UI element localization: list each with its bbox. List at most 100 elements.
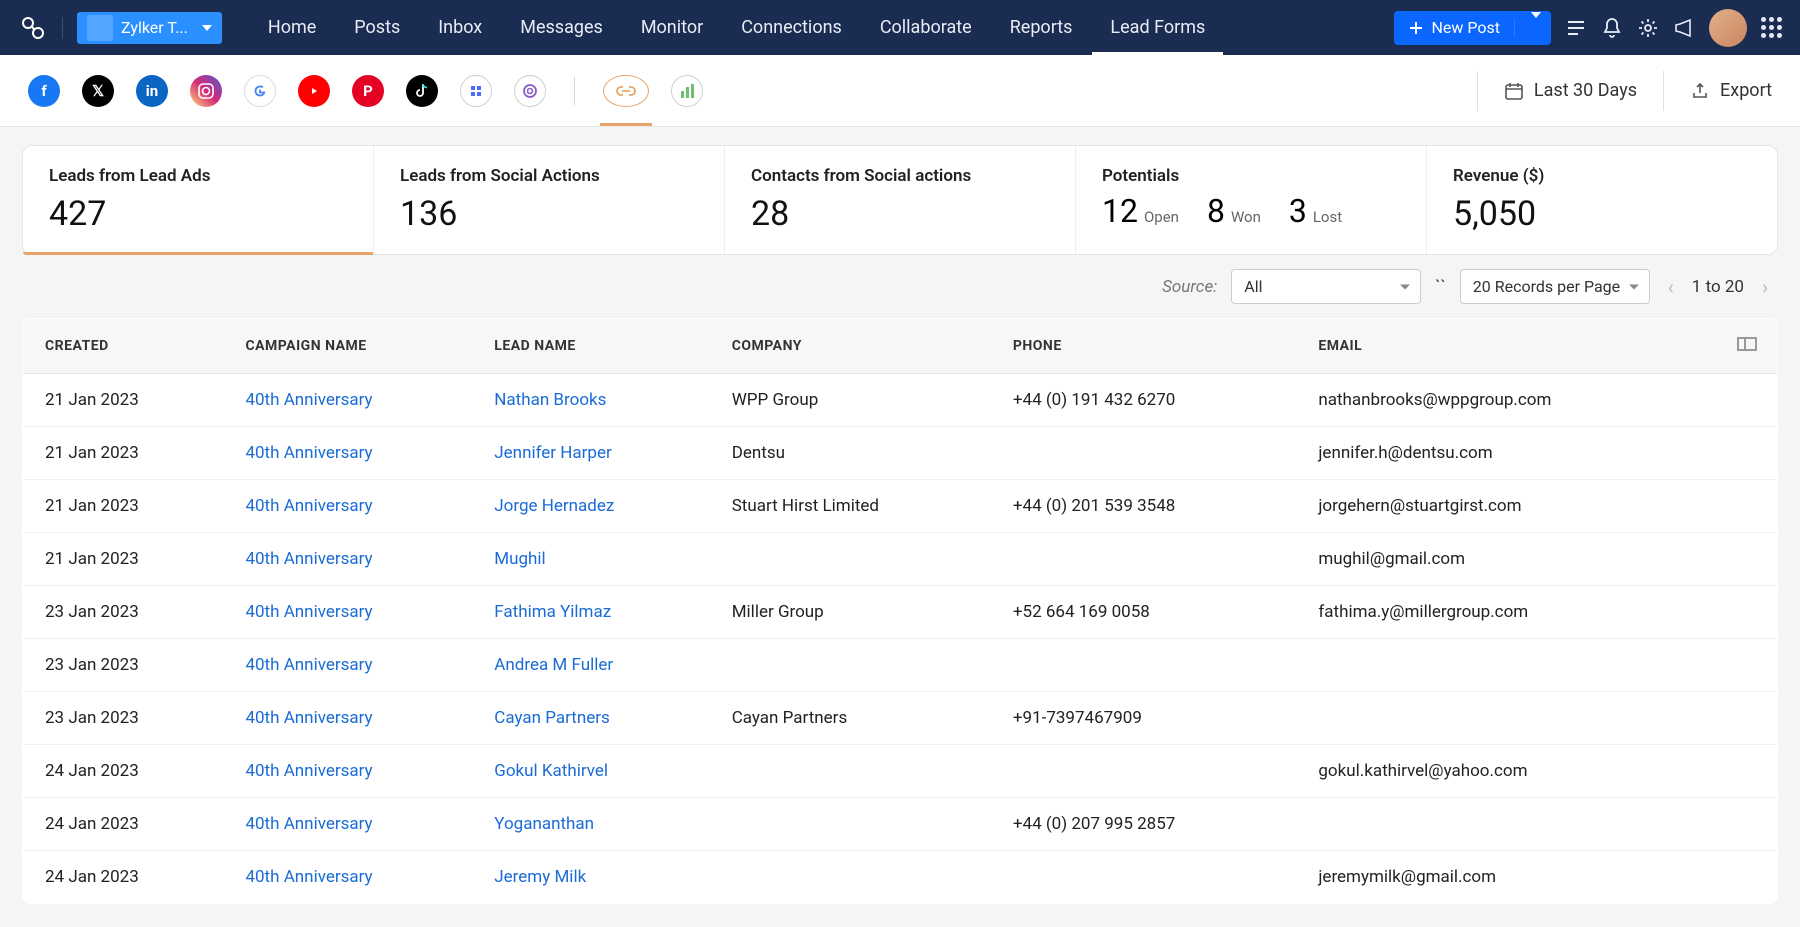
metric-card[interactable]: Revenue ($)5,050 (1427, 146, 1777, 254)
gear-icon[interactable] (1637, 17, 1659, 39)
cell-campaign[interactable]: 40th Anniversary (231, 586, 480, 639)
nav-tab-lead-forms[interactable]: Lead Forms (1092, 0, 1223, 55)
cell-company: WPP Group (718, 374, 999, 427)
column-header[interactable]: CREATED (23, 319, 232, 374)
metric-title: Leads from Lead Ads (49, 166, 347, 186)
metric-card[interactable]: Leads from Social Actions136 (374, 146, 725, 254)
nav-tab-inbox[interactable]: Inbox (420, 0, 500, 55)
instagram-icon[interactable] (190, 75, 222, 107)
facebook-icon[interactable]: f (28, 75, 60, 107)
table-row[interactable]: 21 Jan 202340th AnniversaryNathan Brooks… (23, 374, 1778, 427)
metric-title: Revenue ($) (1453, 166, 1751, 186)
table-row[interactable]: 23 Jan 202340th AnniversaryAndrea M Full… (23, 639, 1778, 692)
nav-tab-reports[interactable]: Reports (992, 0, 1091, 55)
cell-lead[interactable]: Nathan Brooks (480, 374, 717, 427)
user-avatar[interactable] (1709, 9, 1747, 47)
nav-tab-collaborate[interactable]: Collaborate (862, 0, 990, 55)
table-row[interactable]: 23 Jan 202340th AnniversaryFathima Yilma… (23, 586, 1778, 639)
link-channel-icon[interactable] (603, 75, 649, 107)
cell-lead[interactable]: Jennifer Harper (480, 427, 717, 480)
cell-campaign[interactable]: 40th Anniversary (231, 374, 480, 427)
apps-grid-icon[interactable] (1761, 17, 1782, 38)
cell-lead[interactable]: Yogananthan (480, 798, 717, 851)
x-twitter-icon[interactable]: 𝕏 (82, 75, 114, 107)
metric-card[interactable]: Leads from Lead Ads427 (23, 146, 374, 254)
cell-lead[interactable]: Cayan Partners (480, 692, 717, 745)
cell-lead[interactable]: Mughil (480, 533, 717, 586)
page-prev-button[interactable]: ‹ (1664, 275, 1678, 299)
calendar-icon (1504, 81, 1524, 101)
metric-card[interactable]: Potentials12Open8Won3Lost (1076, 146, 1427, 254)
page-size-select[interactable]: 20 Records per Page (1460, 269, 1650, 304)
cell-lead[interactable]: Jorge Hernadez (480, 480, 717, 533)
megaphone-icon[interactable] (1673, 17, 1695, 39)
nav-tab-monitor[interactable]: Monitor (623, 0, 721, 55)
metric-value: 28 (751, 194, 1049, 234)
nav-tab-connections[interactable]: Connections (723, 0, 860, 55)
source-select[interactable]: All (1231, 269, 1421, 304)
cell-campaign[interactable]: 40th Anniversary (231, 533, 480, 586)
cell-lead[interactable]: Jeremy Milk (480, 851, 717, 904)
cell-company: Stuart Hirst Limited (718, 480, 999, 533)
new-post-main[interactable]: New Post (1394, 18, 1515, 37)
date-range-button[interactable]: Last 30 Days (1504, 80, 1637, 101)
new-post-dropdown[interactable] (1514, 18, 1551, 37)
brand-selector[interactable]: Zylker T... (77, 12, 222, 44)
cell-lead[interactable]: Andrea M Fuller (480, 639, 717, 692)
threads-icon[interactable] (514, 75, 546, 107)
column-header[interactable]: COMPANY (718, 319, 999, 374)
table-row[interactable]: 21 Jan 202340th AnniversaryJennifer Harp… (23, 427, 1778, 480)
table-row[interactable]: 21 Jan 202340th AnniversaryMughilmughil@… (23, 533, 1778, 586)
column-header[interactable]: LEAD NAME (480, 319, 717, 374)
nav-tab-posts[interactable]: Posts (336, 0, 418, 55)
list-icon[interactable] (1565, 17, 1587, 39)
cell-created: 24 Jan 2023 (23, 745, 232, 798)
plus-icon (1408, 20, 1424, 36)
cell-campaign[interactable]: 40th Anniversary (231, 851, 480, 904)
column-header[interactable]: CAMPAIGN NAME (231, 319, 480, 374)
cell-created: 23 Jan 2023 (23, 639, 232, 692)
cell-email: mughil@gmail.com (1304, 533, 1723, 586)
brand-name: Zylker T... (121, 18, 188, 37)
cell-campaign[interactable]: 40th Anniversary (231, 639, 480, 692)
export-button[interactable]: Export (1690, 80, 1772, 101)
cell-created: 24 Jan 2023 (23, 851, 232, 904)
cell-phone: +52 664 169 0058 (999, 586, 1304, 639)
youtube-icon[interactable] (298, 75, 330, 107)
table-row[interactable]: 24 Jan 202340th AnniversaryGokul Kathirv… (23, 745, 1778, 798)
new-post-button[interactable]: New Post (1394, 11, 1552, 45)
cell-company (718, 745, 999, 798)
cell-campaign[interactable]: 40th Anniversary (231, 798, 480, 851)
cell-lead[interactable]: Gokul Kathirvel (480, 745, 717, 798)
app-logo[interactable] (18, 13, 48, 43)
cell-company (718, 533, 999, 586)
mastodon-icon[interactable] (460, 75, 492, 107)
cell-campaign[interactable]: 40th Anniversary (231, 427, 480, 480)
google-icon[interactable] (244, 75, 276, 107)
tiktok-icon[interactable] (406, 75, 438, 107)
cell-lead[interactable]: Fathima Yilmaz (480, 586, 717, 639)
analytics-channel-icon[interactable] (671, 75, 703, 107)
table-row[interactable]: 23 Jan 202340th AnniversaryCayan Partner… (23, 692, 1778, 745)
cell-phone: +44 (0) 201 539 3548 (999, 480, 1304, 533)
column-header[interactable]: PHONE (999, 319, 1304, 374)
cell-phone: +44 (0) 191 432 6270 (999, 374, 1304, 427)
column-settings-button[interactable] (1723, 319, 1778, 374)
cell-campaign[interactable]: 40th Anniversary (231, 480, 480, 533)
cell-campaign[interactable]: 40th Anniversary (231, 745, 480, 798)
cell-created: 24 Jan 2023 (23, 798, 232, 851)
table-row[interactable]: 24 Jan 202340th AnniversaryYogananthan+4… (23, 798, 1778, 851)
table-row[interactable]: 21 Jan 202340th AnniversaryJorge Hernade… (23, 480, 1778, 533)
cell-campaign[interactable]: 40th Anniversary (231, 692, 480, 745)
table-row[interactable]: 24 Jan 202340th AnniversaryJeremy Milkje… (23, 851, 1778, 904)
page-next-button[interactable]: › (1758, 275, 1772, 299)
nav-tab-messages[interactable]: Messages (502, 0, 621, 55)
cell-phone (999, 851, 1304, 904)
metric-title: Leads from Social Actions (400, 166, 698, 186)
linkedin-icon[interactable]: in (136, 75, 168, 107)
metric-card[interactable]: Contacts from Social actions28 (725, 146, 1076, 254)
column-header[interactable]: EMAIL (1304, 319, 1723, 374)
nav-tab-home[interactable]: Home (250, 0, 334, 55)
bell-icon[interactable] (1601, 17, 1623, 39)
pinterest-icon[interactable]: P (352, 75, 384, 107)
